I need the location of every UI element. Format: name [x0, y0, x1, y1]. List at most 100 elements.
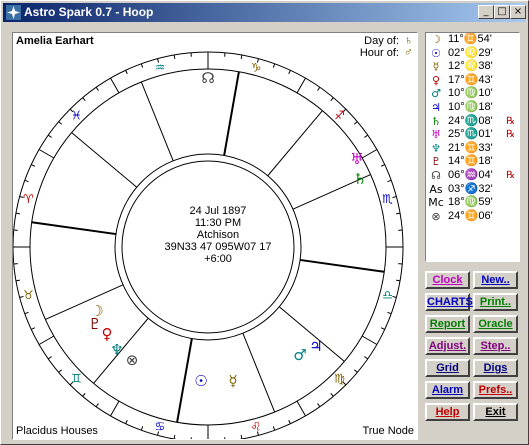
charts-button[interactable]: CHARTS: [425, 293, 473, 311]
zodiac-tick: [125, 419, 128, 424]
position-row: ♅ 25°♏01' ℞: [426, 128, 519, 142]
zodiac-tick: [31, 327, 36, 330]
oracle-button[interactable]: Oracle: [473, 315, 518, 333]
house-cusp: [176, 338, 193, 423]
zodiac-tick: [47, 134, 52, 138]
position-value: 24°♊06': [448, 209, 493, 222]
zodiac-tick: [38, 149, 55, 159]
position-value: 25°♏01': [448, 128, 493, 141]
position-row: Mc 18°♍59': [426, 196, 519, 210]
house-cusp: [31, 221, 117, 236]
planet-icon: ☉: [431, 46, 441, 60]
step-button[interactable]: Step..: [473, 337, 518, 355]
position-value: 06°♒04': [448, 168, 493, 181]
zodiac-tick: [110, 77, 120, 94]
position-row: ⊗ 24°♊06': [426, 210, 519, 224]
chart-name: Amelia Earhart: [16, 35, 94, 47]
house-cusp: [299, 258, 385, 273]
zodiac-tick: [330, 97, 334, 102]
zodiac-tick: [288, 419, 291, 424]
print-button[interactable]: Print..: [473, 293, 518, 311]
planet-glyph: ☊: [201, 69, 214, 87]
zodiac-tick: [47, 356, 52, 360]
title-bar[interactable]: Astro Spark 0.7 - Hoop _ □ ×: [3, 3, 526, 22]
zodiac-tick: [296, 400, 306, 417]
minimize-button[interactable]: _: [478, 5, 494, 19]
zodiac-tick: [361, 149, 378, 159]
zodiac-sign-glyph: ♎: [382, 288, 393, 302]
maximize-button[interactable]: □: [494, 5, 510, 19]
planet-glyph: ♄: [353, 170, 366, 188]
birth-data: 24 Jul 1897 11:30 PM Atchison 39N33 47 0…: [143, 205, 293, 265]
close-button[interactable]: ×: [510, 5, 526, 19]
position-value: 14°♊18': [448, 155, 493, 168]
position-row: ♂ 10°♍10': [426, 87, 519, 101]
help-button[interactable]: Help: [425, 403, 470, 421]
planet-glyph: ♂: [293, 346, 306, 364]
position-row: ☽ 11°♊54': [426, 33, 519, 47]
planet-icon: ♀: [431, 73, 441, 87]
node-type: True Node: [362, 425, 414, 437]
app-window: Astro Spark 0.7 - Hoop _ □ × ♒ ♑ ♐ ♏ ♎ ♍ ♌ ♋ ♊ ♉ ♈…: [0, 0, 529, 445]
zodiac-sign-glyph: ♐: [334, 108, 345, 122]
zodiac-tick: [240, 54, 243, 59]
zodiac-tick: [38, 335, 55, 345]
retrograde-icon: ℞: [506, 129, 515, 141]
zodiac-tick: [392, 196, 397, 199]
position-value: 12°♌38': [448, 60, 493, 73]
birth-timezone: +6:00: [204, 253, 232, 265]
planet-icon: ♆: [431, 141, 441, 155]
planet-icon: ♅: [431, 128, 441, 142]
clock-button[interactable]: Clock: [425, 271, 470, 289]
planet-icon: ⊗: [431, 209, 441, 223]
zodiac-tick: [15, 212, 20, 215]
planet-icon: As: [429, 182, 443, 196]
position-value: 17°♊43': [448, 73, 493, 86]
birth-date: 24 Jul 1897: [189, 205, 247, 217]
planet-glyph: ♃: [309, 337, 322, 355]
birth-place: Atchison: [196, 229, 240, 241]
house-cusp: [140, 81, 174, 161]
house-cusp: [71, 132, 138, 188]
position-value: 02°♌29': [448, 46, 493, 59]
zodiac-tick: [272, 63, 276, 68]
zodiac-sign-glyph: ♏: [382, 192, 393, 206]
zodiac-tick: [24, 311, 29, 315]
grid-button[interactable]: Grid: [425, 359, 470, 377]
position-value: 11°♊54': [448, 33, 492, 45]
house-cusp: [223, 71, 240, 156]
zodiac-tick: [288, 70, 291, 75]
zodiac-tick: [364, 134, 369, 138]
prefs-button[interactable]: Prefs..: [473, 381, 518, 399]
zodiac-tick: [396, 279, 401, 282]
alarm-button[interactable]: Alarm: [425, 381, 470, 399]
zodiac-tick: [353, 369, 358, 373]
position-row: ♀ 17°♊43': [426, 74, 519, 88]
house-cusp: [267, 110, 323, 177]
zodiac-sign-glyph: ♍: [334, 372, 345, 386]
digs-button[interactable]: Digs: [473, 359, 518, 377]
planet-glyph: ☿: [228, 372, 237, 390]
planet-icon: ☽: [431, 33, 441, 46]
planet-glyph: ♆: [110, 341, 123, 359]
zodiac-tick: [396, 212, 401, 215]
zodiac-tick: [95, 403, 99, 408]
adjust-button[interactable]: Adjust.: [425, 337, 470, 355]
planet-glyph: ⊗: [126, 351, 139, 369]
planet-glyph: ♅: [350, 150, 363, 168]
zodiac-sign-glyph: ♈: [23, 192, 34, 206]
new-button[interactable]: New..: [473, 271, 518, 289]
chart-panel[interactable]: ♒ ♑ ♐ ♏ ♎ ♍ ♌ ♋ ♊ ♉ ♈ ♓ ☊ ♅ ♄ ♂ ♃ ☉ ☿ ☽ ♇ ♀ ♆ ⊗ Amelia Earhart …: [12, 32, 418, 440]
zodiac-sign-glyph: ♉: [23, 288, 34, 302]
window-title: Astro Spark 0.7 - Hoop: [24, 5, 154, 19]
zodiac-tick: [296, 77, 306, 94]
position-value: 10°♍10': [448, 87, 493, 100]
zodiac-tick: [392, 295, 397, 298]
zodiac-tick: [380, 327, 385, 330]
zodiac-tick: [82, 97, 86, 102]
zodiac-tick: [317, 403, 321, 408]
exit-button[interactable]: Exit: [473, 403, 518, 421]
position-row: ♇ 14°♊18': [426, 155, 519, 169]
report-button[interactable]: Report: [425, 315, 470, 333]
button-panel: Clock New.. CHARTS Print.. Report Oracle Adjus…: [425, 271, 519, 426]
